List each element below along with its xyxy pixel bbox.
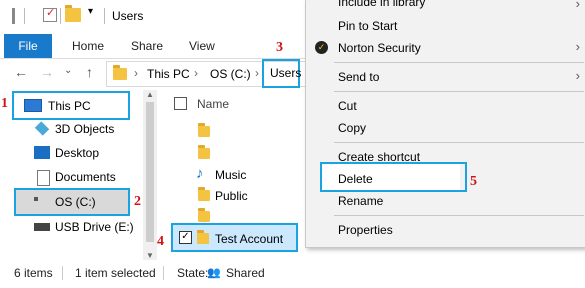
desktop-icon bbox=[34, 146, 50, 159]
menu-item-send-to[interactable]: Send to bbox=[338, 70, 379, 84]
nav-label: OS (C:) bbox=[55, 195, 96, 209]
menu-item-delete[interactable]: Delete bbox=[338, 172, 373, 186]
row-checkbox[interactable]: ✓ bbox=[179, 231, 192, 244]
status-state-value: Shared bbox=[226, 266, 265, 280]
chevron-right-icon[interactable]: › bbox=[134, 66, 138, 80]
status-selected: 1 item selected bbox=[75, 266, 156, 280]
cube-icon bbox=[34, 121, 50, 136]
qat-separator bbox=[60, 8, 61, 24]
menu-item-rename[interactable]: Rename bbox=[338, 194, 383, 208]
chevron-right-icon: › bbox=[575, 68, 580, 83]
title-bar: ▾ Users bbox=[0, 0, 305, 34]
nav-item-this-pc[interactable]: This PC bbox=[0, 95, 160, 117]
forward-arrow-icon[interactable]: → bbox=[40, 64, 54, 80]
list-item[interactable]: ♪ Music bbox=[186, 164, 296, 186]
qat-dropdown-icon[interactable]: ▾ bbox=[88, 6, 93, 17]
nav-label: USB Drive (E:) bbox=[55, 220, 134, 234]
status-divider bbox=[163, 266, 164, 280]
tab-file[interactable]: File bbox=[4, 34, 52, 58]
folder-icon bbox=[198, 187, 210, 201]
menu-item-norton-security[interactable]: Norton Security bbox=[338, 41, 421, 55]
shared-users-icon: 👥 bbox=[207, 267, 221, 279]
folder-icon bbox=[198, 208, 210, 222]
menu-item-cut[interactable]: Cut bbox=[338, 99, 357, 113]
annotation-3: 3 bbox=[276, 40, 283, 55]
context-menu: Include in library › Pin to Start ✓ Nort… bbox=[305, 0, 585, 248]
folder-icon bbox=[198, 145, 210, 159]
up-arrow-icon[interactable]: ↑ bbox=[86, 64, 93, 80]
menu-separator bbox=[334, 142, 584, 143]
scroll-thumb[interactable] bbox=[146, 102, 154, 242]
annotation-2: 2 bbox=[134, 194, 141, 209]
menu-item-copy[interactable]: Copy bbox=[338, 121, 366, 135]
select-all-checkbox[interactable] bbox=[174, 97, 187, 110]
chevron-right-icon[interactable]: › bbox=[194, 66, 198, 80]
status-item-count: 6 items bbox=[14, 266, 53, 280]
menu-item-include-in-library[interactable]: Include in library bbox=[338, 0, 425, 9]
nav-item-3d-objects[interactable]: 3D Objects bbox=[0, 118, 160, 140]
nav-label: 3D Objects bbox=[55, 122, 115, 136]
scroll-down-icon[interactable]: ▼ bbox=[146, 251, 154, 260]
qat-separator bbox=[24, 8, 25, 24]
chevron-right-icon: › bbox=[575, 0, 580, 11]
list-item[interactable]: Public bbox=[186, 185, 296, 207]
tab-share[interactable]: Share bbox=[131, 34, 163, 58]
chevron-right-icon: › bbox=[575, 39, 580, 54]
menu-separator bbox=[334, 62, 584, 63]
nav-item-desktop[interactable]: Desktop bbox=[0, 142, 160, 164]
folder-icon bbox=[198, 123, 210, 137]
status-state-label: State: bbox=[177, 266, 209, 280]
item-label: Public bbox=[215, 189, 248, 203]
breadcrumb-this-pc[interactable]: This PC bbox=[147, 67, 190, 81]
explorer-icon bbox=[12, 8, 15, 24]
window-title: Users bbox=[112, 9, 144, 23]
menu-separator bbox=[334, 215, 584, 216]
new-folder-icon[interactable] bbox=[65, 5, 81, 22]
recent-dropdown-icon[interactable]: ⌄ bbox=[64, 65, 72, 76]
properties-icon[interactable] bbox=[43, 6, 57, 22]
breadcrumb-users[interactable]: Users bbox=[270, 66, 301, 80]
folder-icon bbox=[113, 65, 127, 80]
nav-item-usb-drive[interactable]: USB Drive (E:) bbox=[0, 216, 160, 238]
list-item[interactable] bbox=[186, 143, 296, 165]
breadcrumb-os-c[interactable]: OS (C:) bbox=[210, 67, 251, 81]
menu-separator bbox=[334, 91, 584, 92]
menu-item-pin-to-start[interactable]: Pin to Start bbox=[338, 19, 397, 33]
norton-icon: ✓ bbox=[315, 41, 328, 54]
tab-home[interactable]: Home bbox=[72, 34, 104, 58]
folder-icon bbox=[197, 230, 209, 244]
chevron-right-icon[interactable]: › bbox=[255, 66, 259, 80]
nav-label: Documents bbox=[55, 170, 116, 184]
nav-item-documents[interactable]: Documents bbox=[0, 166, 160, 188]
monitor-icon bbox=[24, 99, 42, 112]
annotation-5: 5 bbox=[470, 174, 477, 189]
nav-label: This PC bbox=[48, 99, 91, 113]
status-divider bbox=[62, 266, 63, 280]
nav-label: Desktop bbox=[55, 146, 100, 160]
menu-item-properties[interactable]: Properties bbox=[338, 223, 393, 237]
scroll-up-icon[interactable]: ▲ bbox=[146, 90, 154, 99]
qat-separator bbox=[104, 8, 105, 24]
back-arrow-icon[interactable]: ← bbox=[14, 64, 28, 80]
drive-icon bbox=[34, 197, 38, 201]
list-item[interactable] bbox=[186, 121, 296, 143]
annotation-4: 4 bbox=[157, 234, 164, 249]
column-name[interactable]: Name bbox=[197, 97, 229, 111]
document-icon bbox=[37, 170, 50, 186]
ribbon-tabs: File Home Share View bbox=[0, 34, 305, 59]
item-label: Music bbox=[215, 168, 247, 182]
tab-view[interactable]: View bbox=[189, 34, 215, 58]
item-label-test-account[interactable]: Test Account bbox=[215, 232, 283, 246]
usb-drive-icon bbox=[34, 223, 50, 231]
music-icon: ♪ bbox=[196, 165, 204, 182]
